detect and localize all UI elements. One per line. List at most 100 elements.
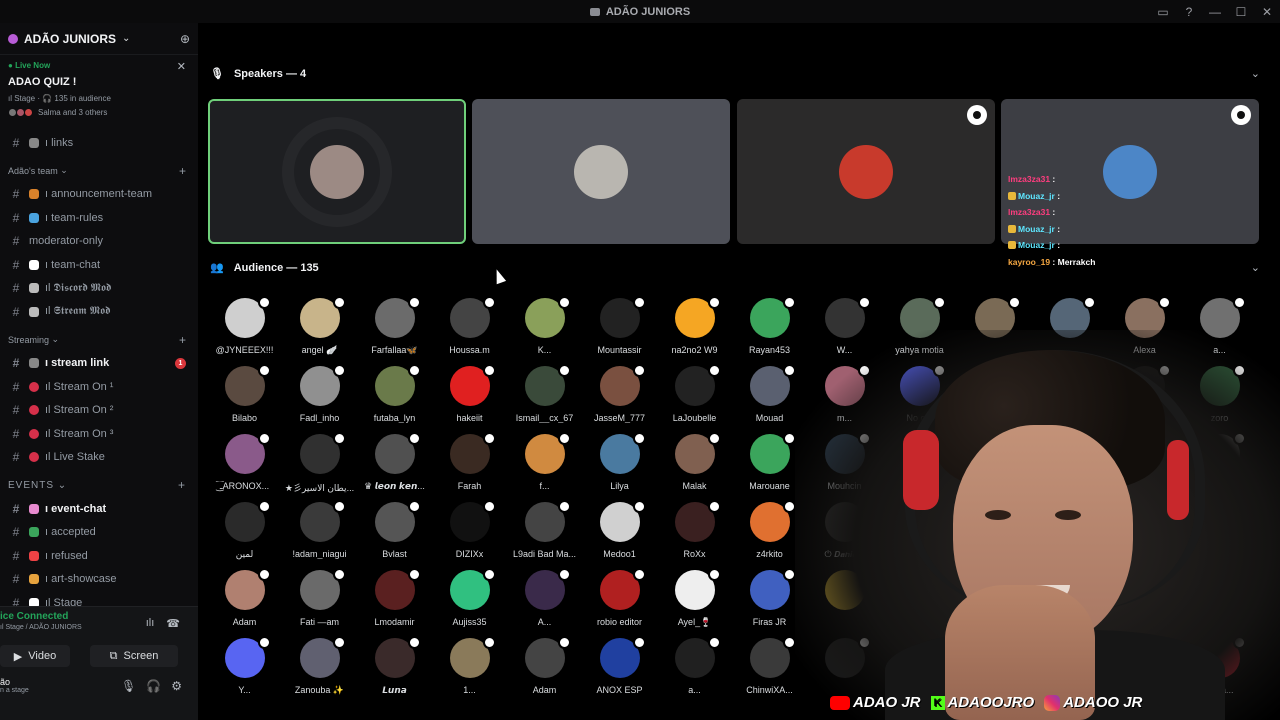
audience-member[interactable]: DIZIXx	[432, 500, 507, 568]
speaker-options-icon[interactable]	[967, 105, 987, 125]
audience-member[interactable]: ★彡يطان الاسير...	[282, 432, 357, 500]
channel-item[interactable]: # ı links	[0, 131, 198, 155]
audience-member[interactable]: Houssa.m	[432, 296, 507, 364]
hash-icon: #	[12, 572, 20, 587]
user-panel[interactable]: ão n a stage 🎙 🎧 ⚙	[0, 677, 198, 694]
audience-member[interactable]: robio editor	[582, 568, 657, 636]
add-channel-icon[interactable]: +	[179, 333, 190, 347]
channel-item[interactable]: # ıl Stream On ³	[0, 422, 198, 446]
audience-member[interactable]: K...	[507, 296, 582, 364]
audience-member[interactable]: Fadl_inho	[282, 364, 357, 432]
live-stage-panel[interactable]: ● Live Now ADAO QUIZ ! ıl Stage · 🎧 135 …	[0, 55, 198, 131]
speaker-tile[interactable]	[208, 99, 466, 244]
audience-member[interactable]: Mountassir	[582, 296, 657, 364]
audience-member[interactable]: Medoo1	[582, 500, 657, 568]
audience-member[interactable]: ـ͜͡ARONOX...	[207, 432, 282, 500]
channel-label: ı links	[45, 136, 74, 149]
noise-suppression-icon[interactable]: ılı	[146, 617, 155, 630]
speaker-tile[interactable]	[472, 99, 730, 244]
add-channel-icon[interactable]: +	[178, 478, 190, 492]
audience-member[interactable]: 𝙇𝙪𝙣𝙖	[357, 636, 432, 704]
avatar	[374, 500, 421, 542]
channel-item[interactable]: # ı art-showcase	[0, 568, 198, 592]
audience-member[interactable]: na2no2 W9	[657, 296, 732, 364]
audience-member[interactable]: Farah	[432, 432, 507, 500]
microphone-icon[interactable]: 🎙	[121, 679, 136, 693]
avatar	[749, 568, 796, 610]
channel-item[interactable]: # ıl Live Stake	[0, 446, 198, 470]
chat-username: lmza3za31	[1008, 207, 1051, 217]
help-icon[interactable]: ?	[1176, 5, 1202, 19]
avatar	[224, 500, 271, 542]
disconnect-icon[interactable]: ☎	[166, 617, 180, 630]
video-button[interactable]: ▶ Video	[0, 645, 70, 667]
screen-share-button[interactable]: ⧉ Screen	[90, 645, 178, 667]
channel-item[interactable]: # ıl Stream On ¹	[0, 375, 198, 399]
audience-member[interactable]: futaba_lyn	[357, 364, 432, 432]
channel-item[interactable]: # ı team-rules	[0, 206, 198, 230]
audience-member[interactable]: Fati —am	[282, 568, 357, 636]
audience-member[interactable]: RoXx	[657, 500, 732, 568]
audience-member[interactable]: Bvlast	[357, 500, 432, 568]
chevron-down-icon[interactable]: ⌄	[1251, 261, 1260, 274]
audience-member[interactable]: Lilya	[582, 432, 657, 500]
audience-member[interactable]: L9adi Bad Ma...	[507, 500, 582, 568]
audience-member[interactable]: Y...	[207, 636, 282, 704]
close-icon[interactable]: ✕	[177, 60, 186, 73]
audience-member[interactable]: Ismail__cx_67	[507, 364, 582, 432]
gear-icon[interactable]: ⚙	[171, 679, 182, 693]
audience-member[interactable]: Farfallaa🦋	[357, 296, 432, 364]
audience-member[interactable]: Adam	[207, 568, 282, 636]
channel-item[interactable]: # ı event-chat	[0, 497, 198, 521]
category-adaos-team[interactable]: Adão's team ⌄ +	[0, 159, 198, 183]
category-events[interactable]: EVENTS ⌄ +	[0, 473, 198, 497]
inbox-icon[interactable]: ▭	[1150, 5, 1176, 19]
channel-item[interactable]: # ı stream link 1	[0, 352, 198, 376]
audience-member[interactable]: A...	[507, 568, 582, 636]
audience-member[interactable]: لمين	[207, 500, 282, 568]
audience-member[interactable]: @JYNEEEX!!!	[207, 296, 282, 364]
audience-member[interactable]: Bilabo	[207, 364, 282, 432]
server-header[interactable]: ADÃO JUNIORS ⌄ ⊕	[0, 23, 198, 55]
live-now-label: ● Live Now	[8, 61, 51, 70]
minimize-button[interactable]: —	[1202, 5, 1228, 19]
speaker-tile[interactable]	[737, 99, 995, 244]
audience-member[interactable]: Aujiss35	[432, 568, 507, 636]
category-streaming[interactable]: Streaming ⌄ +	[0, 328, 198, 352]
maximize-button[interactable]: ☐	[1228, 5, 1254, 19]
channel-item[interactable]: # ıl 𝕯𝖎𝖘𝖈𝖔𝖗𝖉 𝕸𝖔𝖉	[0, 277, 198, 301]
channel-item[interactable]: # ı announcement-team	[0, 183, 198, 207]
audience-member[interactable]: ANOX ESP	[582, 636, 657, 704]
headphones-icon[interactable]: 🎧	[146, 679, 161, 693]
audience-member[interactable]: Zanouba ✨	[282, 636, 357, 704]
audience-member[interactable]: hakeiit	[432, 364, 507, 432]
audience-member[interactable]: a...	[657, 636, 732, 704]
channel-item[interactable]: # ı team-chat	[0, 253, 198, 277]
audience-member[interactable]: Lmodamir	[357, 568, 432, 636]
chat-message: Mouaz_jr :	[1008, 237, 1095, 254]
add-channel-icon[interactable]: +	[179, 164, 190, 178]
audience-member[interactable]: f...	[507, 432, 582, 500]
chevron-down-icon[interactable]: ⌄	[1251, 67, 1260, 80]
audience-member[interactable]: JasseM_777	[582, 364, 657, 432]
channel-label: moderator-only	[29, 235, 103, 248]
close-button[interactable]: ✕	[1254, 5, 1280, 19]
member-name: ♛ 𝙡𝙚𝙤𝙣 𝙠𝙚𝙣...	[364, 481, 425, 491]
avatar	[524, 636, 571, 678]
speaker-options-icon[interactable]	[1231, 105, 1251, 125]
channel-item[interactable]: # ıl 𝕾𝖙𝖗𝖊𝖆𝖒 𝕸𝖔𝖉	[0, 300, 198, 324]
channel-item[interactable]: # moderator-only	[0, 230, 198, 254]
avatar	[374, 568, 421, 610]
audience-member[interactable]: Ayel_🍷	[657, 568, 732, 636]
audience-member[interactable]: 1...	[432, 636, 507, 704]
channel-item[interactable]: # ı accepted	[0, 521, 198, 545]
channel-item[interactable]: # ı refused	[0, 544, 198, 568]
audience-member[interactable]: angel 🪽	[282, 296, 357, 364]
audience-member[interactable]: !adam_niagui	[282, 500, 357, 568]
audience-member[interactable]: ♛ 𝙡𝙚𝙤𝙣 𝙠𝙚𝙣...	[357, 432, 432, 500]
channel-item[interactable]: # ıl Stream On ²	[0, 399, 198, 423]
audience-member[interactable]: LaJoubelle	[657, 364, 732, 432]
audience-member[interactable]: Malak	[657, 432, 732, 500]
audience-member[interactable]: Adam	[507, 636, 582, 704]
add-member-icon[interactable]: ⊕	[180, 32, 190, 46]
